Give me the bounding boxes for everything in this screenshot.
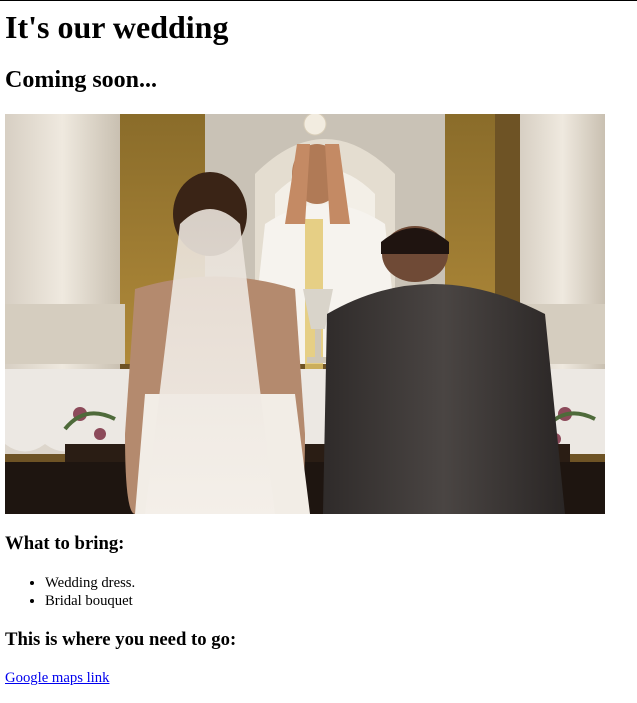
- directions-heading: This is where you need to go:: [5, 629, 237, 650]
- wedding-ceremony-illustration: [5, 114, 605, 514]
- wedding-photo: [5, 114, 605, 514]
- list-item: Bridal bouquet: [45, 592, 135, 610]
- page-title: It's our wedding: [5, 9, 229, 45]
- list-item: Wedding dress.: [45, 574, 135, 592]
- what-to-bring-heading: What to bring:: [5, 533, 125, 554]
- bring-list: Wedding dress. Bridal bouquet: [5, 574, 135, 610]
- google-maps-link[interactable]: Google maps link: [5, 669, 109, 687]
- top-border: [0, 0, 637, 1]
- page-subtitle: Coming soon...: [5, 67, 158, 93]
